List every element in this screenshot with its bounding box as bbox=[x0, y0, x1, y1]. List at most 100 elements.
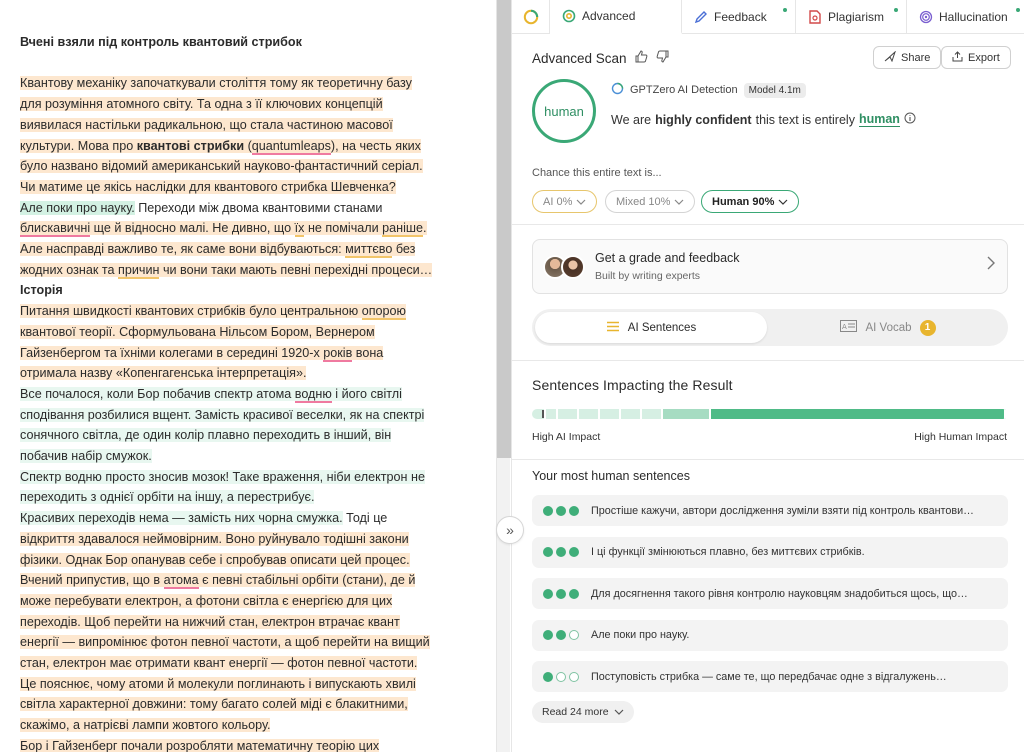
confidence-statement: We are highly confident this text is ent… bbox=[611, 112, 916, 127]
human-sentence-text: Але поки про науку. bbox=[591, 629, 690, 641]
document-line: Історія bbox=[20, 280, 465, 301]
human-probability-label: Human 90% bbox=[712, 195, 775, 208]
gptzero-small-icon bbox=[611, 82, 624, 98]
document-text-segment: вона bbox=[352, 345, 384, 360]
document-line: культури. Мова про квантові стрибки (qua… bbox=[20, 136, 465, 157]
impact-bar-segment[interactable] bbox=[642, 409, 663, 419]
impact-bar-segment[interactable] bbox=[711, 409, 1006, 419]
document-text-segment: сонячного світла, де один колір плавно п… bbox=[20, 428, 392, 443]
confidence-dot bbox=[556, 547, 566, 557]
document-text-segment: Не дивно, що bbox=[212, 221, 295, 236]
impact-bar-segment[interactable] bbox=[558, 409, 579, 419]
document-line: Все почалося, коли Бор побачив спектр ат… bbox=[20, 384, 465, 405]
mixed-probability-pill[interactable]: Mixed 10% bbox=[605, 190, 696, 213]
confidence-dot bbox=[543, 630, 553, 640]
confidence-verdict-link[interactable]: human bbox=[858, 112, 900, 127]
export-label: Export bbox=[968, 51, 1000, 64]
document-text-segment: причин bbox=[118, 262, 160, 279]
human-sentence-row[interactable]: Простіше кажучи, автори дослідження зумі… bbox=[532, 495, 1008, 526]
document-line: сонячного світла, де один колір плавно п… bbox=[20, 425, 465, 446]
collapse-panel-button[interactable]: » bbox=[496, 516, 524, 544]
document-line: Вчений припустив, що в атома є певні ста… bbox=[20, 570, 465, 591]
document-text-segment: переходів. Щоб перейти на нижчий стан, е… bbox=[20, 614, 400, 629]
ai-sentences-toggle[interactable]: AI Sentences bbox=[535, 312, 767, 343]
document-line: Але поки про науку. Переходи між двома к… bbox=[20, 198, 465, 219]
impact-bar-segment[interactable] bbox=[663, 409, 711, 419]
document-text-segment: енергії — випромінює фотон певної частот… bbox=[20, 635, 430, 650]
human-sentence-row[interactable]: Але поки про науку. bbox=[532, 619, 1008, 651]
document-text-segment: квантові стрибки bbox=[136, 138, 245, 153]
tab-advanced[interactable]: Advanced bbox=[550, 0, 682, 34]
confidence-dots bbox=[543, 588, 583, 599]
share-button[interactable]: Share bbox=[873, 46, 942, 69]
document-line: сподівання розбилися вщент. Замість крас… bbox=[20, 405, 465, 426]
thumbs-up-icon[interactable] bbox=[635, 50, 648, 66]
impact-bar-segment[interactable] bbox=[600, 409, 621, 419]
ai-probability-pill[interactable]: AI 0% bbox=[532, 190, 598, 213]
tab-hallucination[interactable]: Hallucination bbox=[907, 0, 1024, 34]
document-text-segment: відкриття здавалося неймовірним. bbox=[20, 531, 226, 546]
document-line: переходів. Щоб перейти на нижчий стан, е… bbox=[20, 612, 465, 633]
document-line: було названо відомий американський науко… bbox=[20, 156, 465, 177]
info-icon[interactable] bbox=[904, 112, 916, 127]
impact-bar-segment[interactable] bbox=[579, 409, 600, 419]
document-text-segment: Спектр водню просто зносив мозок! Таке в… bbox=[20, 469, 425, 484]
human-sentence-row[interactable]: Для досягнення такого рівня контролю нау… bbox=[532, 578, 1008, 609]
export-button[interactable]: Export bbox=[941, 46, 1011, 69]
double-chevron-right-icon: » bbox=[506, 522, 514, 538]
impact-marker bbox=[542, 410, 544, 418]
document-line: Це пояснює, чому атоми й молекули поглин… bbox=[20, 674, 465, 695]
document-scrollbar-thumb[interactable] bbox=[497, 0, 511, 458]
document-line: світла характерної довжини: тому багато … bbox=[20, 694, 465, 715]
document-text-segment: ще й відносно малі. bbox=[90, 221, 213, 236]
human-sentence-row[interactable]: І ці функції змінюються плавно, без митт… bbox=[532, 536, 1008, 568]
document-scrollbar[interactable] bbox=[496, 0, 511, 752]
thumbs-down-icon[interactable] bbox=[656, 50, 669, 66]
human-sentence-row[interactable]: Поступовість стрибка — саме те, що перед… bbox=[532, 661, 1008, 692]
impact-bar-segment[interactable] bbox=[546, 409, 558, 419]
document-text-segment: . bbox=[423, 221, 427, 236]
impact-bar bbox=[532, 409, 1008, 419]
document-text-segment: опорою bbox=[361, 304, 406, 321]
human-sentence-text: І ці функції змінюються плавно, без митт… bbox=[591, 546, 865, 558]
document-text-segment: світла характерної довжини: тому багато … bbox=[20, 697, 408, 712]
document-line: стан, електрон має отримати квант енергі… bbox=[20, 653, 465, 674]
document-text-segment: Гайзенбергом та їхніми колегами в середи… bbox=[20, 345, 324, 360]
impact-bar-segment[interactable] bbox=[532, 409, 546, 419]
scan-header: Advanced Scan bbox=[532, 50, 669, 66]
document-text-segment: скажімо, а натрієві лампи жовтого кольор… bbox=[20, 718, 271, 733]
impact-bar-segment[interactable] bbox=[621, 409, 642, 419]
document-line: відкриття здавалося неймовірним. Воно ру… bbox=[20, 529, 465, 550]
document-text-segment: отримала назву «Копенгагенська інтерпрет… bbox=[20, 366, 307, 381]
confidence-dot bbox=[543, 671, 553, 682]
confidence-strength: highly confident bbox=[655, 112, 752, 127]
document-line: скажімо, а натрієві лампи жовтого кольор… bbox=[20, 715, 465, 736]
document-text-segment: раніше bbox=[382, 221, 424, 238]
chevron-down-icon bbox=[778, 196, 788, 208]
confidence-middle: this text is entirely bbox=[755, 112, 855, 127]
document-text-segment: блискавичні bbox=[20, 221, 91, 238]
document-line: Спектр водню просто зносив мозок! Таке в… bbox=[20, 467, 465, 488]
confidence-dot bbox=[556, 588, 566, 599]
tab-plagiarism[interactable]: Plagiarism bbox=[796, 0, 907, 34]
human-probability-pill[interactable]: Human 90% bbox=[701, 190, 800, 213]
confidence-dots bbox=[543, 671, 583, 682]
high-human-impact-label: High Human Impact bbox=[914, 431, 1007, 443]
document-line: для розуміння атомного світу. Та одна з … bbox=[20, 94, 465, 115]
grade-feedback-card[interactable]: Get a grade and feedback Built by writin… bbox=[532, 239, 1008, 294]
document-text-segment: Бор і Гайзенберг почали розробляти матем… bbox=[20, 738, 380, 752]
gptzero-logo bbox=[512, 0, 550, 34]
panel-tabs: Advanced Feedback Plagiarism Hallucinati… bbox=[512, 0, 1024, 34]
document-text-segment: Вчений припустив, що в bbox=[20, 573, 164, 588]
read-more-button[interactable]: Read 24 more bbox=[532, 701, 634, 723]
document-text-segment: не помічали bbox=[304, 221, 383, 236]
document-text-segment: переходить з однієї орбіти на іншу, а пе… bbox=[20, 490, 315, 505]
document-pane[interactable]: Вчені взяли під контроль квантовий стриб… bbox=[0, 0, 496, 752]
confidence-dot bbox=[569, 547, 579, 557]
human-sentence-text: Простіше кажучи, автори дослідження зумі… bbox=[591, 504, 974, 517]
tab-feedback[interactable]: Feedback bbox=[682, 0, 796, 34]
document-text[interactable]: Вчені взяли під контроль квантовий стриб… bbox=[20, 32, 465, 752]
section-divider bbox=[512, 360, 1024, 361]
document-text-segment: було названо відомий американський науко… bbox=[20, 159, 423, 174]
ai-vocab-toggle[interactable]: A AI Vocab 1 bbox=[772, 312, 1004, 343]
